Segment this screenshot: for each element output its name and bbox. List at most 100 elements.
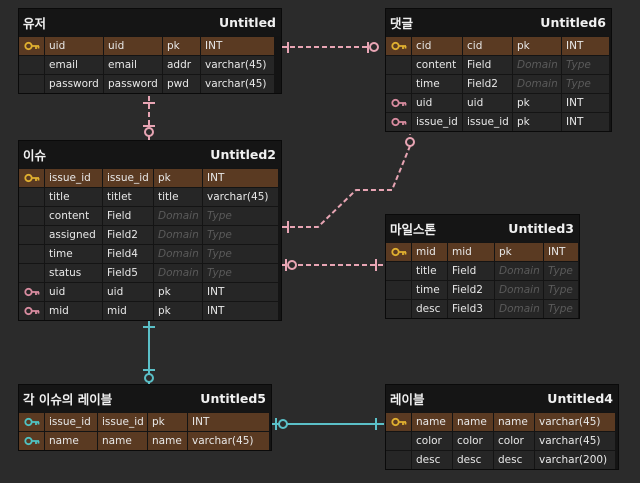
table-header[interactable]: 댓글 Untitled6 xyxy=(386,9,611,36)
table-row[interactable]: cid cid pk INT xyxy=(386,37,611,55)
field-alias-cell[interactable]: Field5 xyxy=(103,264,153,282)
field-domain-cell[interactable]: pk xyxy=(163,37,200,55)
table-comment[interactable]: 댓글 Untitled6 cid cid pk INT content Field Doma… xyxy=(385,8,612,132)
field-name-cell[interactable]: content xyxy=(412,56,462,74)
field-domain-cell[interactable]: pk xyxy=(154,283,202,301)
field-domain-cell[interactable]: Domain xyxy=(495,281,543,299)
field-name-cell[interactable]: time xyxy=(412,281,447,299)
field-domain-cell[interactable]: desc xyxy=(494,451,534,469)
field-name-cell[interactable]: issue_id xyxy=(45,169,102,187)
field-type-cell[interactable]: varchar(45) xyxy=(535,413,615,431)
field-alias-cell[interactable]: password xyxy=(104,75,162,93)
field-domain-cell[interactable]: title xyxy=(154,188,202,206)
field-alias-cell[interactable]: issue_id xyxy=(103,169,153,187)
table-row[interactable]: uid uid pk INT xyxy=(386,94,611,112)
field-name-cell[interactable]: issue_id xyxy=(412,113,462,131)
field-type-cell[interactable]: INT xyxy=(203,283,278,301)
field-alias-cell[interactable]: uid xyxy=(463,94,512,112)
field-type-cell[interactable]: Type xyxy=(203,264,278,282)
table-row[interactable]: issue_id issue_id pk INT xyxy=(19,413,271,431)
field-domain-cell[interactable]: pk xyxy=(148,413,187,431)
field-name-cell[interactable]: content xyxy=(45,207,102,225)
table-milestone[interactable]: 마일스톤 Untitled3 mid mid pk INT title Field Doma… xyxy=(385,214,580,319)
field-alias-cell[interactable]: uid xyxy=(103,283,153,301)
field-type-cell[interactable]: Type xyxy=(562,75,609,93)
field-domain-cell[interactable]: pk xyxy=(154,302,202,320)
field-domain-cell[interactable]: name xyxy=(494,413,534,431)
field-alias-cell[interactable]: Field xyxy=(103,207,153,225)
field-domain-cell[interactable]: Domain xyxy=(154,264,202,282)
field-alias-cell[interactable]: color xyxy=(453,432,493,450)
table-header[interactable]: 이슈 Untitled2 xyxy=(19,141,281,168)
table-row[interactable]: status Field5 Domain Type xyxy=(19,264,281,282)
field-type-cell[interactable]: INT xyxy=(562,37,609,55)
field-name-cell[interactable]: uid xyxy=(412,94,462,112)
field-alias-cell[interactable]: mid xyxy=(103,302,153,320)
field-name-cell[interactable]: desc xyxy=(412,451,452,469)
table-row[interactable]: color color color varchar(45) xyxy=(386,432,618,450)
field-alias-cell[interactable]: name xyxy=(98,432,147,450)
field-type-cell[interactable]: Type xyxy=(203,245,278,263)
field-domain-cell[interactable]: pk xyxy=(513,94,561,112)
field-name-cell[interactable]: cid xyxy=(412,37,462,55)
field-domain-cell[interactable]: Domain xyxy=(154,226,202,244)
field-name-cell[interactable]: uid xyxy=(45,283,102,301)
field-domain-cell[interactable]: Domain xyxy=(154,207,202,225)
field-domain-cell[interactable]: pk xyxy=(154,169,202,187)
field-type-cell[interactable]: INT xyxy=(188,413,269,431)
table-row[interactable]: mid mid pk INT xyxy=(386,243,579,261)
table-header[interactable]: 각 이슈의 레이블 Untitled5 xyxy=(19,385,271,412)
field-domain-cell[interactable]: Domain xyxy=(513,56,561,74)
field-domain-cell[interactable]: name xyxy=(148,432,187,450)
table-row[interactable]: title Field Domain Type xyxy=(386,262,579,280)
field-alias-cell[interactable]: issue_id xyxy=(98,413,147,431)
table-row[interactable]: content Field Domain Type xyxy=(19,207,281,225)
field-alias-cell[interactable]: Field xyxy=(463,56,512,74)
table-row[interactable]: issue_id issue_id pk INT xyxy=(19,169,281,187)
table-row[interactable]: name name name varchar(45) xyxy=(386,413,618,431)
field-name-cell[interactable]: password xyxy=(45,75,103,93)
table-user[interactable]: 유저 Untitled uid uid pk INT email email addr var… xyxy=(18,8,282,94)
field-type-cell[interactable]: INT xyxy=(203,302,278,320)
field-domain-cell[interactable]: Domain xyxy=(495,262,543,280)
field-alias-cell[interactable]: Field2 xyxy=(103,226,153,244)
field-name-cell[interactable]: time xyxy=(412,75,462,93)
field-name-cell[interactable]: assigned xyxy=(45,226,102,244)
field-alias-cell[interactable]: issue_id xyxy=(463,113,512,131)
field-name-cell[interactable]: title xyxy=(45,188,102,206)
field-name-cell[interactable]: color xyxy=(412,432,452,450)
field-alias-cell[interactable]: Field2 xyxy=(463,75,512,93)
field-domain-cell[interactable]: color xyxy=(494,432,534,450)
field-alias-cell[interactable]: cid xyxy=(463,37,512,55)
field-alias-cell[interactable]: Field3 xyxy=(448,300,494,318)
field-name-cell[interactable]: time xyxy=(45,245,102,263)
field-name-cell[interactable]: mid xyxy=(412,243,447,261)
table-row[interactable]: assigned Field2 Domain Type xyxy=(19,226,281,244)
field-name-cell[interactable]: status xyxy=(45,264,102,282)
field-name-cell[interactable]: name xyxy=(412,413,452,431)
field-domain-cell[interactable]: pwd xyxy=(163,75,200,93)
field-type-cell[interactable]: Type xyxy=(203,226,278,244)
table-row[interactable]: desc desc desc varchar(200) xyxy=(386,451,618,469)
table-header[interactable]: 마일스톤 Untitled3 xyxy=(386,215,579,242)
table-row[interactable]: title titlet title varchar(45) xyxy=(19,188,281,206)
field-alias-cell[interactable]: titlet xyxy=(103,188,153,206)
table-issue-label[interactable]: 각 이슈의 레이블 Untitled5 issue_id issue_id pk IN… xyxy=(18,384,272,451)
field-alias-cell[interactable]: uid xyxy=(104,37,162,55)
field-type-cell[interactable]: varchar(45) xyxy=(535,432,615,450)
table-row[interactable]: time Field4 Domain Type xyxy=(19,245,281,263)
field-type-cell[interactable]: INT xyxy=(562,113,609,131)
field-type-cell[interactable]: varchar(45) xyxy=(201,56,274,74)
field-domain-cell[interactable]: pk xyxy=(495,243,543,261)
field-alias-cell[interactable]: email xyxy=(104,56,162,74)
table-row[interactable]: email email addr varchar(45) xyxy=(19,56,281,74)
field-type-cell[interactable]: varchar(45) xyxy=(203,188,278,206)
field-type-cell[interactable]: Type xyxy=(562,56,609,74)
field-alias-cell[interactable]: Field xyxy=(448,262,494,280)
field-alias-cell[interactable]: name xyxy=(453,413,493,431)
field-name-cell[interactable]: name xyxy=(45,432,97,450)
field-domain-cell[interactable]: pk xyxy=(513,113,561,131)
field-domain-cell[interactable]: Domain xyxy=(495,300,543,318)
field-type-cell[interactable]: varchar(45) xyxy=(188,432,269,450)
field-alias-cell[interactable]: mid xyxy=(448,243,494,261)
